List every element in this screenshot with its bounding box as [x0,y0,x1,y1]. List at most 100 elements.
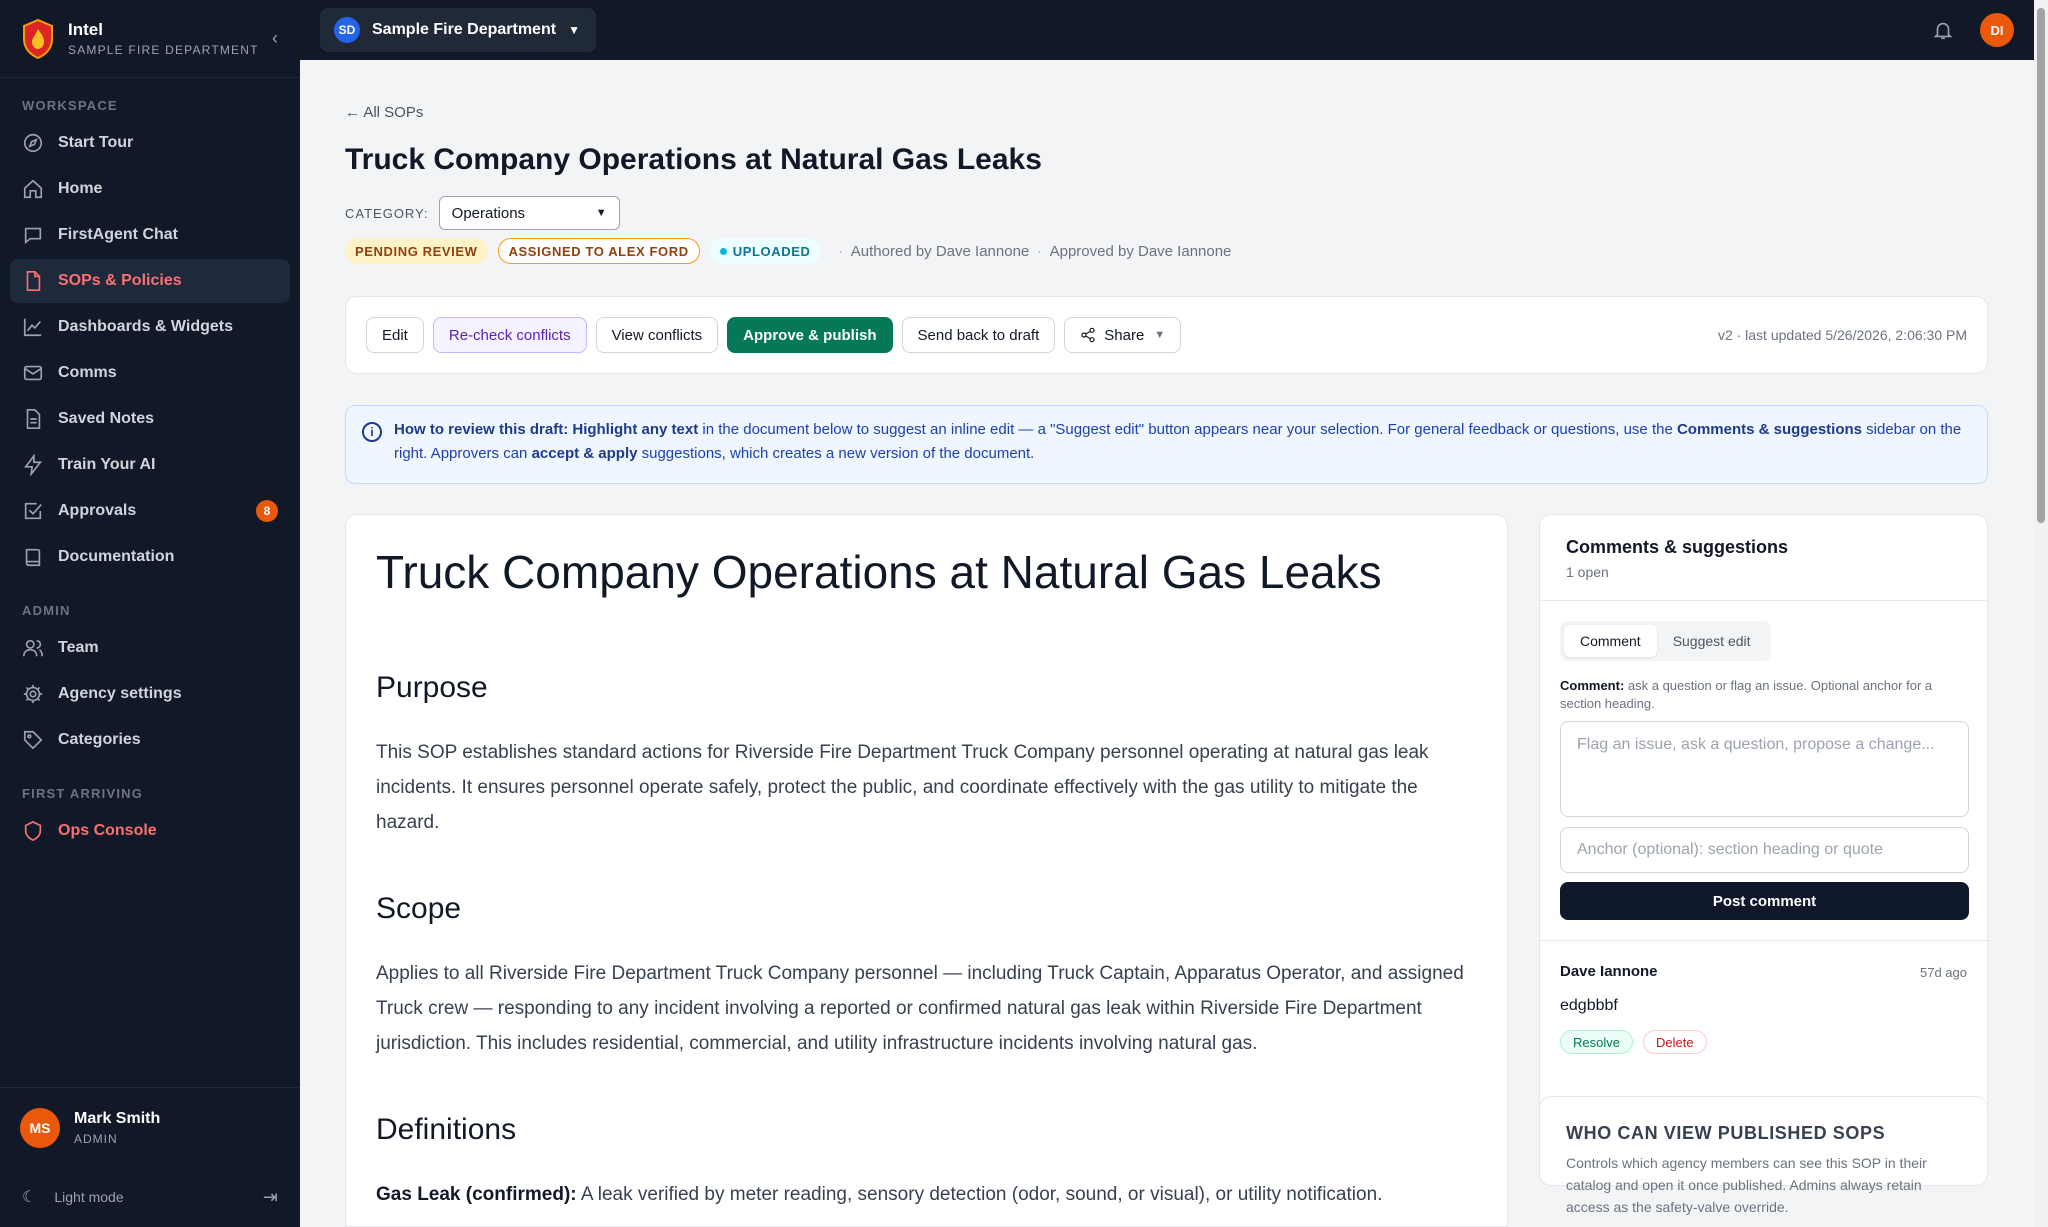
definition-text: A leak verified by meter reading, sensor… [576,1184,1383,1205]
sidebar-item-sops-policies[interactable]: SOPs & Policies [10,259,290,303]
status-badge-assigned: ASSIGNED TO ALEX FORD [497,238,700,264]
sidebar-item-label: Saved Notes [58,410,155,427]
who-can-view-card: WHO CAN VIEW PUBLISHED SOPS Controls whi… [1539,1096,1988,1215]
fire-shield-logo-icon [23,18,53,59]
comment-textarea[interactable]: Flag an issue, ask a question, propose a… [1560,721,1969,817]
tab-comment[interactable]: Comment [1564,625,1657,657]
tag-icon [23,730,43,750]
sidebar-item-comms[interactable]: Comms [10,351,290,395]
user-avatar[interactable]: DI [1980,13,2014,47]
status-badge-pending-review: PENDING REVIEW [345,238,488,264]
share-icon [1081,327,1095,343]
page-scrollbar[interactable] [2034,0,2048,1227]
info-highlight: Highlight any text [572,421,699,438]
sidebar-item-saved-notes[interactable]: Saved Notes [10,397,290,441]
bell-icon[interactable] [1932,19,1954,41]
edit-button[interactable]: Edit [366,317,424,353]
section-heading-purpose: Purpose [376,671,488,704]
book-icon [25,548,41,567]
theme-toggle-row: ☾ Light mode ⇥ [0,1167,300,1227]
section-text-purpose: This SOP establishes standard actions fo… [376,742,1429,833]
current-user[interactable]: MS Mark Smith ADMIN [0,1087,300,1167]
sidebar-item-categories[interactable]: Categories [10,718,290,762]
sidebar-item-label: Comms [58,364,117,381]
document-body[interactable]: Truck Company Operations at Natural Gas … [376,545,1466,1212]
sidebar-item-ops-console[interactable]: Ops Console [10,809,290,853]
version-info: v2 · last updated 5/26/2026, 2:06:30 PM [1717,327,1967,343]
sidebar-item-label: Dashboards & Widgets [58,318,233,335]
chevron-down-icon: ▼ [1154,329,1166,341]
document-icon [26,271,41,291]
document-viewer[interactable]: Truck Company Operations at Natural Gas … [345,514,1508,1227]
sidebar-item-label: Agency settings [58,685,182,702]
chart-icon [23,318,42,337]
tab-suggest-edit[interactable]: Suggest edit [1657,625,1767,657]
compass-icon [23,133,43,153]
sop-toolbar: Edit Re-check conflicts View conflicts A… [345,296,1988,374]
comment-timestamp: 57d ago [1920,965,1967,980]
comment-text: edgbbbf [1560,997,1618,1014]
bolt-icon [24,454,43,476]
post-comment-button[interactable]: Post comment [1560,882,1969,920]
sidebar: Intel SAMPLE FIRE DEPARTMENT ‹ WORKSPACE… [0,0,300,1227]
notes-icon [26,409,41,429]
comment-mode-tabs: Comment Suggest edit [1560,621,1771,661]
meta-separator: · [1037,243,1042,259]
sidebar-item-label: Home [58,180,103,197]
sidebar-item-label: FirstAgent Chat [58,226,178,243]
sidebar-item-agency-settings[interactable]: Agency settings [10,672,290,716]
status-badges: PENDING REVIEW ASSIGNED TO ALEX FORD UPL… [345,238,1231,264]
review-instructions: i How to review this draft: Highlight an… [345,405,1988,484]
back-to-all-sops-link[interactable]: ← All SOPs [345,104,423,121]
comments-panel: Comments & suggestions 1 open Comment Su… [1539,514,1989,1133]
mail-icon [23,365,43,381]
home-icon [23,179,43,199]
sidebar-item-home[interactable]: Home [10,167,290,211]
sidebar-item-dashboards-widgets[interactable]: Dashboards & Widgets [10,305,290,349]
sidebar-item-label: Ops Console [58,822,157,839]
approve-publish-button[interactable]: Approve & publish [727,317,893,353]
view-conflicts-button[interactable]: View conflicts [595,317,719,353]
sidebar-item-documentation[interactable]: Documentation [10,535,290,579]
collapse-sidebar-icon[interactable]: ‹ [272,28,278,49]
department-switcher[interactable]: SD Sample Fire Department ▼ [320,8,596,52]
meta-separator: · [838,243,843,259]
info-text-3: suggestions, which creates a new version… [637,445,1035,462]
sidebar-item-label: Start Tour [58,134,134,151]
status-badge-uploaded: UPLOADED [709,238,821,264]
who-can-view-title: WHO CAN VIEW PUBLISHED SOPS [1566,1123,1886,1143]
page-scrollbar-thumb[interactable] [2037,8,2045,523]
sidebar-item-approvals[interactable]: Approvals 8 [10,489,290,533]
document-title: Truck Company Operations at Natural Gas … [376,546,1382,598]
moon-icon[interactable]: ☾ [22,1187,36,1207]
gear-icon [23,684,43,704]
category-select[interactable]: Operations ▼ [438,196,620,230]
brand-header: Intel SAMPLE FIRE DEPARTMENT ‹ [0,0,300,78]
comments-header: Comments & suggestions 1 open [1540,515,1987,601]
comments-open-count: 1 open [1566,564,1609,580]
sidebar-item-firstagent-chat[interactable]: FirstAgent Chat [10,213,290,257]
sidebar-item-label: Train Your AI [58,456,156,473]
logout-icon[interactable]: ⇥ [263,1187,278,1208]
recheck-conflicts-button[interactable]: Re-check conflicts [432,317,587,353]
user-name: Mark Smith [74,1109,161,1127]
sidebar-item-team[interactable]: Team [10,626,290,670]
comment-help-lead: Comment: [1560,678,1625,693]
section-heading-definitions: Definitions [376,1113,517,1146]
definition-gas-leak: Gas Leak (confirmed): A leak verified by… [376,1177,1466,1212]
chat-icon [24,227,42,245]
share-button[interactable]: Share ▼ [1064,317,1182,353]
sidebar-item-label: Categories [58,731,141,748]
send-back-to-draft-button[interactable]: Send back to draft [901,317,1056,353]
anchor-input[interactable]: Anchor (optional): section heading or qu… [1560,827,1969,873]
department-name: Sample Fire Department [372,21,557,38]
sidebar-item-label: Approvals [58,502,137,519]
approved-by: Approved by Dave Iannone [1049,242,1232,260]
sidebar-item-train-your-ai[interactable]: Train Your AI [10,443,290,487]
resolve-button[interactable]: Resolve [1560,1030,1633,1054]
delete-button[interactable]: Delete [1642,1030,1707,1054]
theme-toggle-label[interactable]: Light mode [54,1189,123,1205]
sidebar-item-start-tour[interactable]: Start Tour [10,121,290,165]
nav-section-workspace: WORKSPACE [22,98,118,113]
info-accept-apply: accept & apply [531,445,638,462]
